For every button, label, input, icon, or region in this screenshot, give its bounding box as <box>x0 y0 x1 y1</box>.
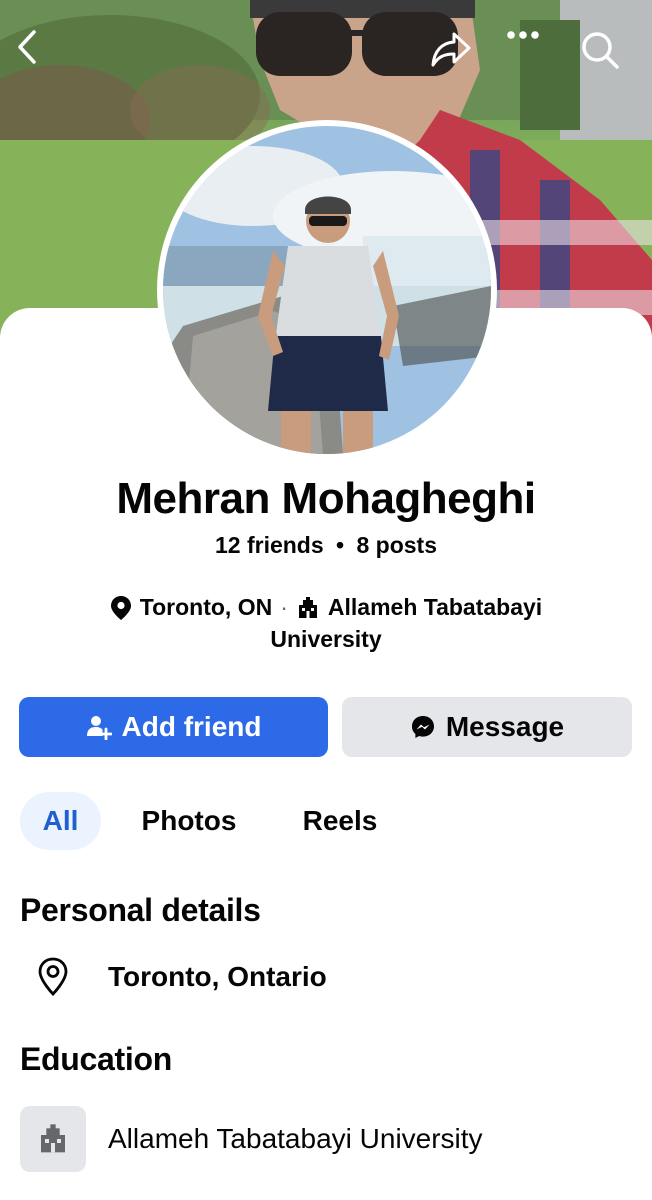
search-button[interactable] <box>580 30 624 74</box>
school-building-icon <box>298 596 317 618</box>
tab-photos[interactable]: Photos <box>126 792 252 850</box>
location-short: Toronto, ON <box>139 594 273 620</box>
profile-info-line-2: University <box>0 626 652 653</box>
school-short-line2: University <box>270 626 382 652</box>
profile-info-line: Toronto, ON · Allameh Tabatabayi <box>0 594 652 621</box>
location-pin-outline-icon <box>38 957 68 997</box>
add-friend-button[interactable]: Add friend <box>19 697 328 757</box>
personal-details-title: Personal details <box>20 892 261 928</box>
current-city-row: Toronto, Ontario <box>20 944 327 1010</box>
current-city: Toronto, Ontario <box>108 961 327 992</box>
education-icon-box <box>20 1106 86 1172</box>
school-name: Allameh Tabatabayi University <box>108 1123 483 1154</box>
profile-stats: 12 friends • 8 posts <box>0 532 652 559</box>
tab-all[interactable]: All <box>20 792 101 850</box>
more-button[interactable] <box>506 30 550 74</box>
location-pin-icon <box>110 595 131 620</box>
info-dot: · <box>280 594 288 620</box>
school-building-icon <box>41 1124 65 1153</box>
message-button[interactable]: Message <box>342 697 632 757</box>
search-icon <box>582 32 619 69</box>
education-row[interactable]: Allameh Tabatabayi University <box>20 1106 483 1172</box>
message-label: Message <box>445 711 565 742</box>
profile-picture-image <box>163 126 491 454</box>
profile-picture[interactable] <box>157 120 497 460</box>
profile-name: Mehran Mohagheghi <box>116 474 536 523</box>
back-button[interactable] <box>16 30 60 74</box>
education-title: Education <box>20 1041 172 1077</box>
school-short-line1: Allameh Tabatabayi <box>327 594 543 620</box>
messenger-icon <box>411 716 434 738</box>
add-friend-icon <box>86 716 112 740</box>
add-friend-label: Add friend <box>121 711 262 742</box>
share-button[interactable] <box>430 30 474 74</box>
back-icon <box>18 30 36 64</box>
share-icon <box>431 32 471 67</box>
tab-reels[interactable]: Reels <box>290 792 390 850</box>
stats-separator: • <box>336 532 345 558</box>
detail-location-icon-box <box>20 944 86 1010</box>
posts-count: 8 posts <box>356 532 438 558</box>
friends-count[interactable]: 12 friends <box>215 532 324 558</box>
more-icon <box>507 31 539 39</box>
